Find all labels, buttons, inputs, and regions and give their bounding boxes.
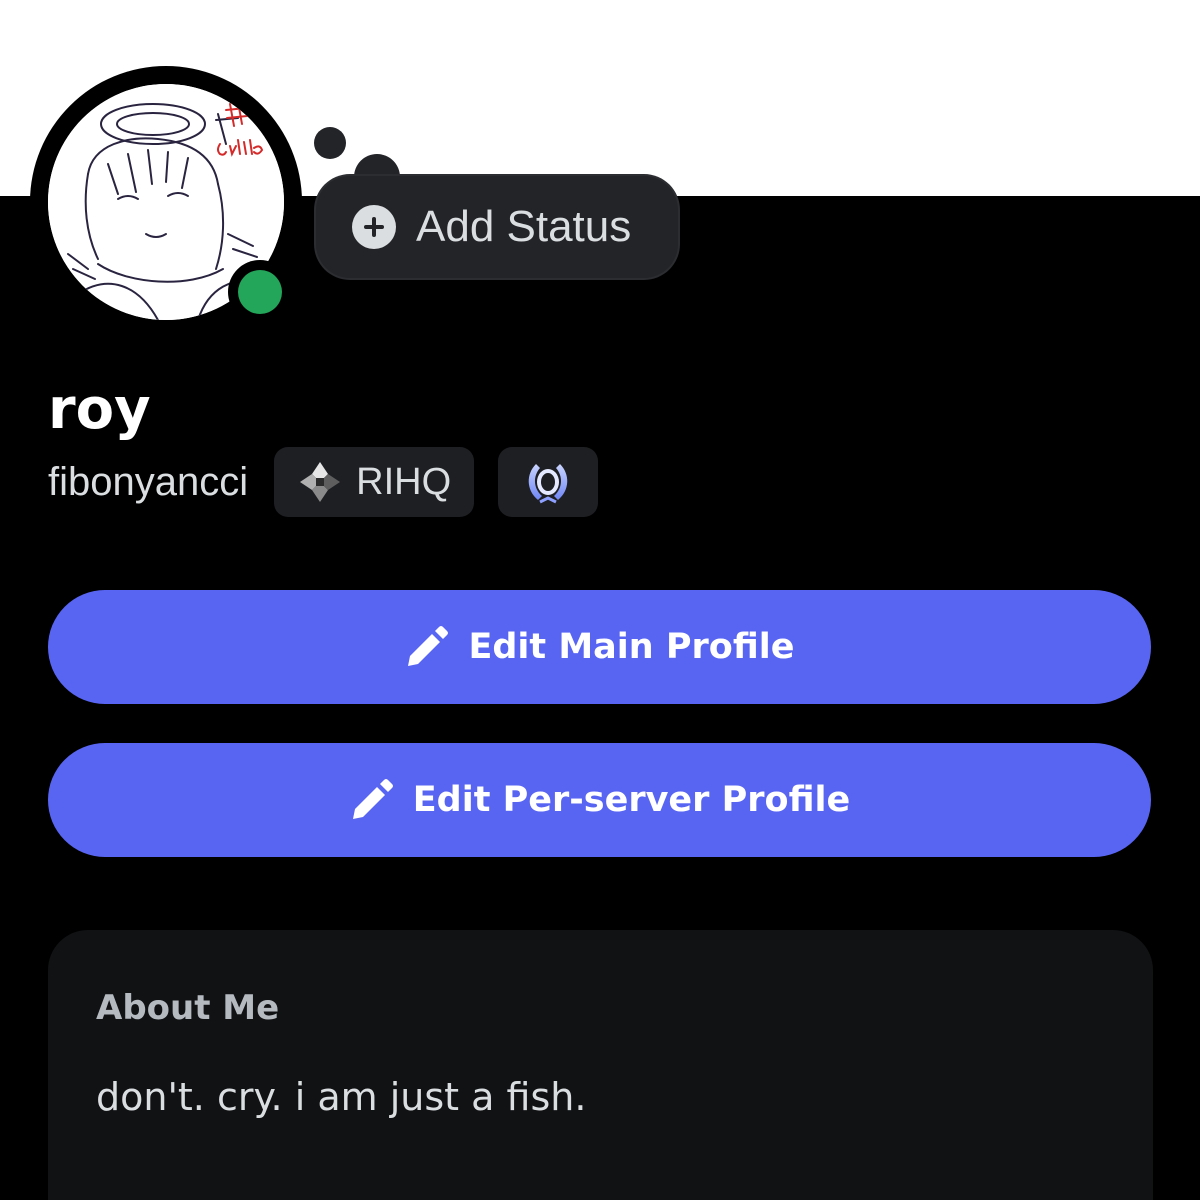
username-row: fibonyancci RIHQ [48, 446, 599, 518]
online-status-icon [238, 270, 282, 314]
edit-main-profile-label: Edit Main Profile [468, 627, 795, 667]
add-status-button[interactable]: Add Status [316, 176, 678, 278]
profile-screen: Add Status roy fibonyancci RIHQ Edit Mai… [0, 0, 1200, 1200]
profile-badge[interactable] [498, 447, 599, 517]
add-status-label: Add Status [416, 202, 632, 251]
laurel-badge-icon [528, 464, 568, 504]
edit-per-server-profile-label: Edit Per-server Profile [412, 780, 851, 820]
edit-main-profile-button[interactable]: Edit Main Profile [48, 590, 1151, 704]
server-tag-label: RIHQ [356, 460, 452, 503]
username[interactable]: fibonyancci [48, 460, 248, 505]
about-me-text: don't. cry. i am just a fish. [96, 1075, 587, 1119]
server-tag-icon [300, 462, 341, 502]
plus-circle-icon [352, 205, 396, 249]
about-me-title: About Me [96, 988, 280, 1028]
pencil-icon [352, 779, 393, 819]
edit-per-server-profile-button[interactable]: Edit Per-server Profile [48, 743, 1151, 857]
about-me-card: About Me don't. cry. i am just a fish. [48, 930, 1153, 1200]
server-tag-badge[interactable]: RIHQ [274, 447, 475, 517]
pencil-icon [408, 626, 449, 666]
thought-bubble-small [314, 127, 346, 159]
display-name: roy [48, 377, 151, 442]
